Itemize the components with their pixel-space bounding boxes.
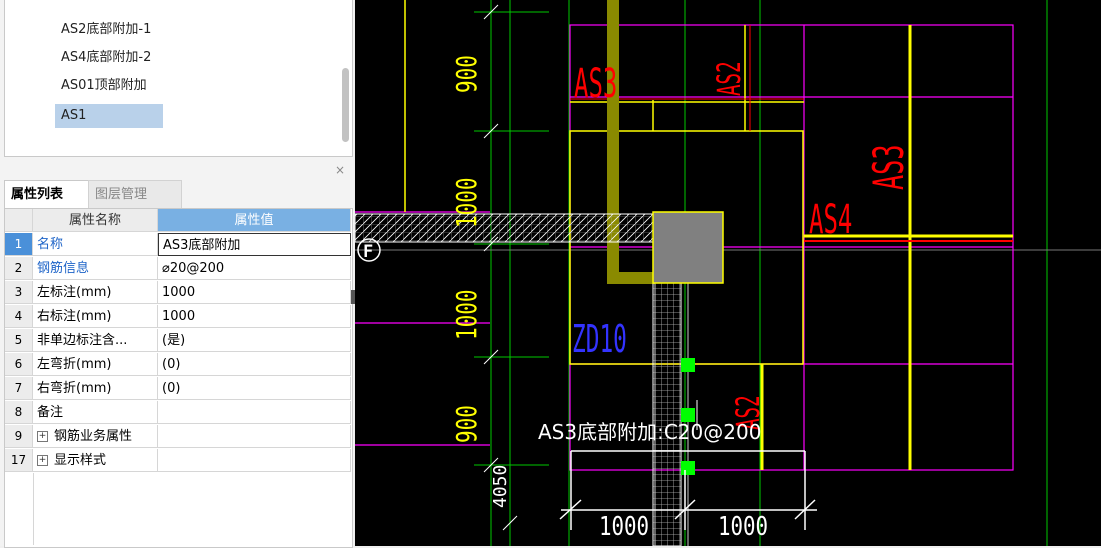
property-name: 钢筋信息	[33, 257, 158, 280]
dim-text: 4050	[490, 465, 511, 508]
property-value-input[interactable]: AS3底部附加	[158, 233, 351, 256]
dim-text: 1000	[450, 289, 483, 340]
hatched-beam-vertical	[652, 282, 682, 546]
tab-property-list[interactable]: 属性列表	[4, 180, 94, 209]
property-row[interactable]: 7 右弯折(mm) (0)	[5, 377, 352, 400]
row-index: 5	[5, 329, 33, 352]
property-value[interactable]: 1000	[158, 281, 351, 304]
row-index: 1	[5, 233, 33, 256]
rebar-tooltip: AS3底部附加:C20@200	[538, 420, 762, 444]
property-row-group[interactable]: 9 + 钢筋业务属性	[5, 425, 352, 448]
expand-icon[interactable]: +	[37, 431, 48, 442]
row-index: 17	[5, 449, 33, 472]
property-row[interactable]: 4 右标注(mm) 1000	[5, 305, 352, 328]
row-index: 2	[5, 257, 33, 280]
tree-item-selected[interactable]: AS1	[55, 104, 163, 128]
property-group[interactable]: + 钢筋业务属性	[33, 425, 158, 448]
axis-label: F	[363, 242, 373, 262]
dim-text: 900	[450, 405, 483, 443]
dim-text: 1000	[450, 177, 483, 228]
property-group[interactable]: + 显示样式	[33, 449, 158, 472]
property-name: 右标注(mm)	[33, 305, 158, 328]
tree-item[interactable]: AS2底部附加-1	[55, 18, 157, 42]
close-icon[interactable]: ×	[335, 163, 345, 177]
rebar-label: AS3	[865, 144, 914, 190]
column-block	[652, 211, 724, 284]
property-grid-header: 属性名称 属性值	[5, 209, 352, 232]
row-index: 6	[5, 353, 33, 376]
property-row[interactable]: 2 钢筋信息 ⌀20@200	[5, 257, 352, 280]
property-name: 左弯折(mm)	[33, 353, 158, 376]
property-value[interactable]: (0)	[158, 353, 351, 376]
row-index: 9	[5, 425, 33, 448]
property-value[interactable]: (0)	[158, 377, 351, 400]
tree-item[interactable]: AS01顶部附加	[55, 74, 153, 98]
rebar-label: AS3	[574, 59, 617, 106]
grip-handle[interactable]	[681, 358, 695, 372]
property-group-label: 显示样式	[54, 453, 107, 468]
row-index: 8	[5, 401, 33, 424]
header-index	[5, 209, 33, 232]
rebar-label: AS4	[809, 195, 852, 242]
property-row[interactable]: 8 备注	[5, 401, 352, 424]
tree-item[interactable]: AS4底部附加-2	[55, 46, 157, 70]
dim-text: 1000	[718, 511, 768, 542]
tab-layer-management[interactable]: 图层管理	[88, 180, 182, 209]
property-name: 备注	[33, 401, 158, 424]
property-row[interactable]: 5 非单边标注含... (是)	[5, 329, 352, 352]
property-value[interactable]	[158, 401, 351, 424]
slab-label: ZD10	[572, 318, 627, 362]
property-name: 非单边标注含...	[33, 329, 158, 352]
property-value[interactable]: (是)	[158, 329, 351, 352]
tree-scrollbar[interactable]	[342, 68, 349, 142]
grid-divider	[33, 473, 34, 545]
component-tree: AS2底部附加-1 AS4底部附加-2 AS01顶部附加 AS1	[4, 6, 353, 157]
row-index: 7	[5, 377, 33, 400]
rebar-label: AS2	[712, 61, 748, 96]
cad-drawing[interactable]: 900 1000 1000 900 4050 1000 1000 AS3 AS2…	[355, 0, 1101, 546]
drawing-canvas[interactable]: 900 1000 1000 900 4050 1000 1000 AS3 AS2…	[355, 0, 1101, 546]
rebar-red	[570, 25, 1013, 242]
property-value	[158, 449, 351, 472]
property-row[interactable]: 1 名称 AS3底部附加	[5, 233, 352, 256]
expand-icon[interactable]: +	[37, 455, 48, 466]
property-name: 名称	[33, 233, 158, 256]
property-grid: 属性名称 属性值 1 名称 AS3底部附加 2 钢筋信息 ⌀20@200 3 左…	[4, 208, 353, 548]
property-name: 右弯折(mm)	[33, 377, 158, 400]
left-panel: AS2底部附加-1 AS4底部附加-2 AS01顶部附加 AS1 × 属性列表 …	[0, 0, 355, 548]
property-row-group[interactable]: 17 + 显示样式	[5, 449, 352, 472]
header-name: 属性名称	[33, 209, 158, 232]
property-value	[158, 425, 351, 448]
property-value[interactable]: ⌀20@200	[158, 257, 351, 280]
hatched-beam-horizontal	[355, 213, 654, 243]
row-index: 4	[5, 305, 33, 328]
dim-ticks	[483, 4, 518, 531]
property-value[interactable]: 1000	[158, 305, 351, 328]
property-group-label: 钢筋业务属性	[54, 429, 133, 444]
header-value: 属性值	[158, 209, 351, 232]
property-row[interactable]: 6 左弯折(mm) (0)	[5, 353, 352, 376]
property-name: 左标注(mm)	[33, 281, 158, 304]
property-row[interactable]: 3 左标注(mm) 1000	[5, 281, 352, 304]
grip-handle[interactable]	[681, 461, 695, 475]
dim-text: 900	[450, 55, 483, 93]
dim-text: 1000	[599, 511, 649, 542]
row-index: 3	[5, 281, 33, 304]
cad-text: 900 1000 1000 900 4050 1000 1000 AS3 AS2…	[363, 55, 914, 542]
panel-splitter[interactable]: ×	[4, 163, 351, 178]
